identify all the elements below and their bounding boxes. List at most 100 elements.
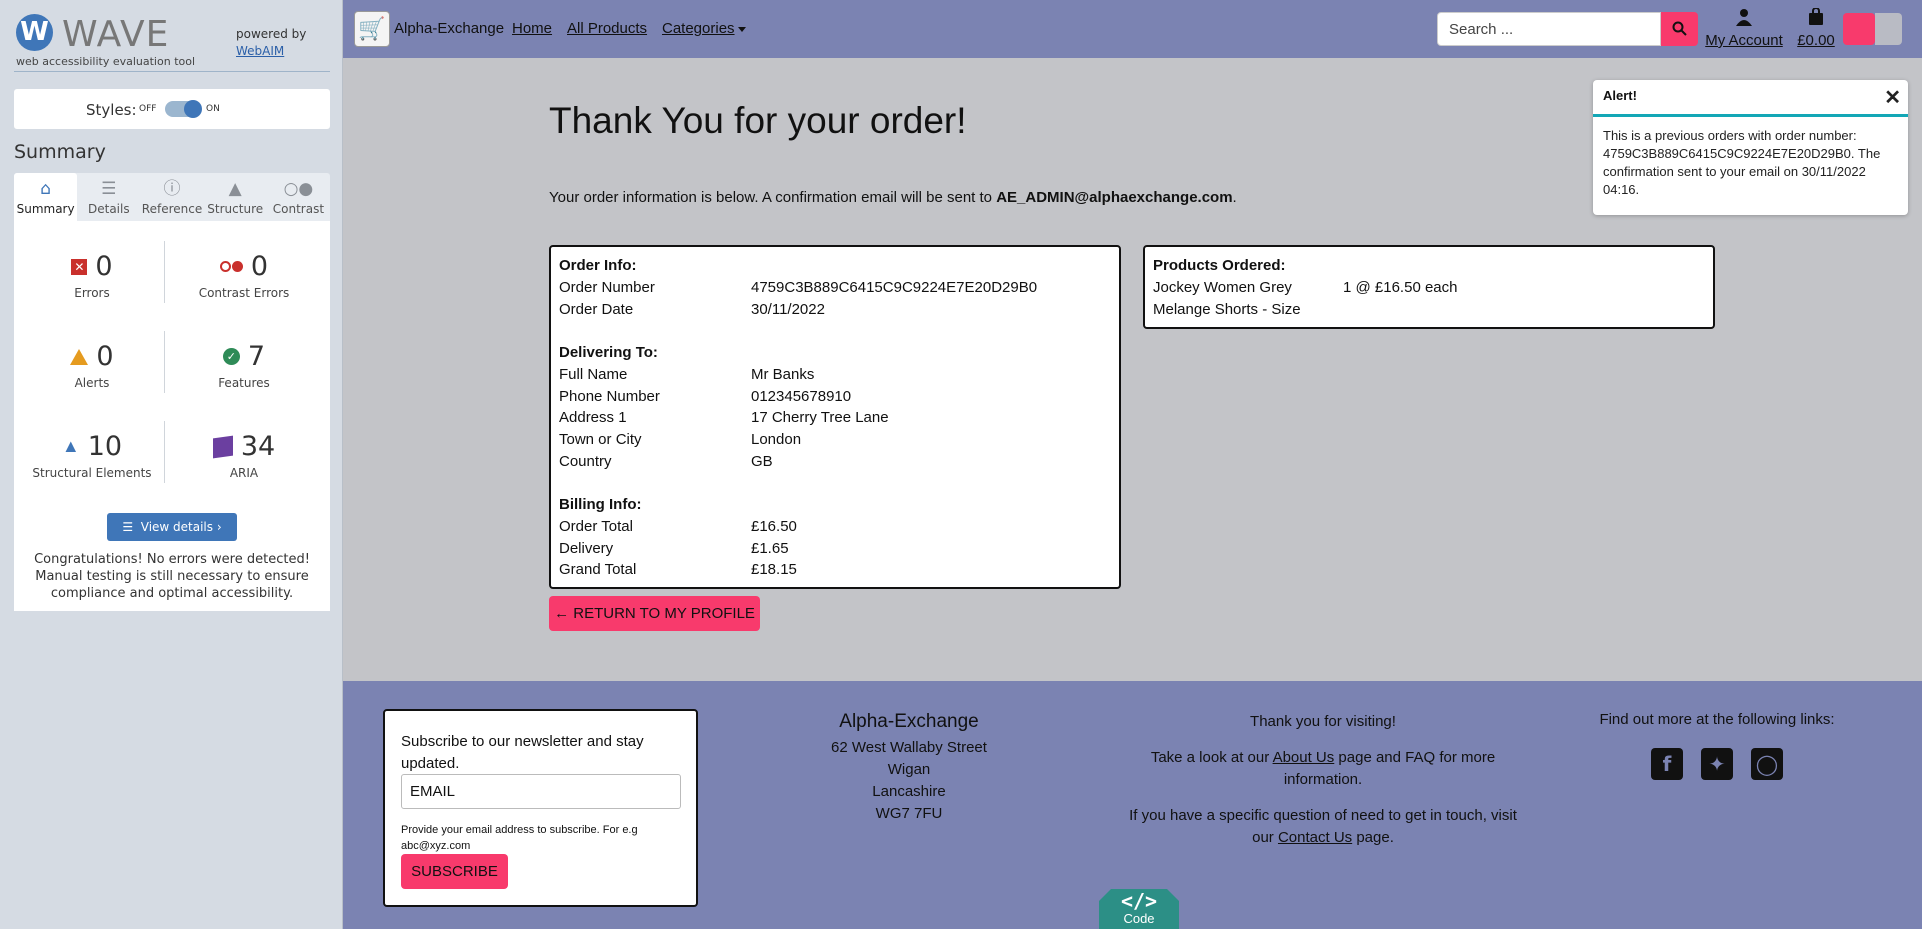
subscribe-button[interactable]: SUBSCRIBE: [401, 854, 508, 889]
wave-tabs: ⌂ Summary ☰ Details ⓘ Reference ▲ Struct…: [14, 173, 330, 221]
social-links: Find out more at the following links: f …: [1567, 711, 1867, 780]
aria-count: 34: [240, 431, 276, 462]
about-pre: Take a look at our: [1150, 749, 1273, 766]
styles-toggle[interactable]: [165, 100, 202, 118]
order-date-value: 30/11/2022: [751, 301, 825, 318]
newsletter-email-input[interactable]: [401, 774, 681, 809]
about-us-link[interactable]: About Us: [1273, 749, 1335, 766]
tab-details[interactable]: ☰ Details: [77, 173, 140, 221]
view-details-button[interactable]: ☰ View details ›: [107, 513, 237, 541]
phone-label: Phone Number: [559, 388, 660, 405]
navbar: 🛒 Alpha-Exchange Home All Products Categ…: [343, 0, 1922, 58]
order-number-label: Order Number: [559, 279, 655, 296]
company-address: Alpha-Exchange 62 West Wallaby Street Wi…: [799, 711, 1019, 825]
code-badge[interactable]: </> Code: [1099, 889, 1179, 929]
tab-structure[interactable]: ▲ Structure: [204, 173, 267, 221]
contact-us-link[interactable]: Contact Us: [1278, 829, 1352, 846]
stat-errors[interactable]: ✕ 0 Errors: [22, 251, 162, 300]
tab-reference[interactable]: ⓘ Reference: [140, 173, 203, 221]
tab-label: Contrast: [272, 202, 325, 216]
chevron-down-icon: [737, 26, 746, 32]
company-name: Alpha-Exchange: [839, 711, 979, 732]
structural-count: 10: [87, 431, 123, 462]
delivery-value: £1.65: [751, 540, 789, 557]
theme-toggle[interactable]: [1843, 13, 1875, 45]
address-line: Lancashire: [872, 783, 946, 800]
search-button[interactable]: [1661, 12, 1698, 46]
address-value: 17 Cherry Tree Lane: [751, 409, 889, 426]
footer: Subscribe to our newsletter and stay upd…: [343, 681, 1922, 929]
contact-post: page.: [1352, 829, 1394, 846]
tab-contrast[interactable]: ○● Contrast: [267, 173, 330, 221]
order-total-label: Order Total: [559, 518, 633, 535]
nav-all-products[interactable]: All Products: [567, 20, 647, 37]
alerts-label: Alerts: [74, 376, 110, 390]
alerts-count: 0: [96, 341, 114, 372]
close-icon[interactable]: ✕: [1884, 85, 1901, 110]
twitter-icon[interactable]: ✦: [1701, 748, 1733, 780]
nav-categories[interactable]: Categories: [662, 20, 746, 37]
products-ordered-box: Products Ordered: Jockey Women Grey Mela…: [1143, 245, 1715, 329]
toggle-on-label: ON: [206, 104, 220, 114]
search-input[interactable]: [1437, 12, 1661, 46]
error-icon: ✕: [71, 258, 88, 275]
feature-icon: ✓: [222, 348, 240, 365]
grand-total-label: Grand Total: [559, 561, 637, 578]
categories-label: Categories: [662, 20, 735, 37]
errors-label: Errors: [74, 286, 110, 300]
list-icon: ☰: [101, 179, 117, 199]
cart-link[interactable]: £0.00: [1794, 7, 1838, 49]
alert-toast: Alert! ✕ This is a previous orders with …: [1593, 80, 1908, 215]
errors-count: 0: [95, 251, 113, 282]
tab-label: Reference: [141, 202, 203, 216]
divider: [164, 331, 165, 393]
contrast-error-icon: [219, 261, 243, 272]
return-to-profile-button[interactable]: ← RETURN TO MY PROFILE: [549, 596, 760, 631]
product-qty-price: 1 @ £16.50 each: [1343, 279, 1458, 296]
delivery-label: Delivery: [559, 540, 614, 557]
alert-icon: [70, 348, 89, 365]
brand-link[interactable]: Alpha-Exchange: [394, 20, 504, 37]
social-icons: f ✦ ◯: [1567, 748, 1867, 780]
order-info-line: Your order information is below. A confi…: [549, 189, 1237, 206]
list-icon: ☰: [122, 520, 141, 534]
stat-aria[interactable]: 34 ARIA: [174, 431, 314, 480]
order-number-value: 4759C3B889C6415C9C9224E7E20D29B0: [751, 279, 1038, 296]
full-name-value: Mr Banks: [751, 366, 815, 383]
my-account-label: My Account: [1705, 32, 1783, 49]
structural-label: Structural Elements: [32, 466, 152, 480]
theme-toggle-track: [1875, 13, 1902, 45]
my-account-link[interactable]: My Account: [1702, 8, 1786, 49]
stat-contrast-errors[interactable]: 0 Contrast Errors: [174, 251, 314, 300]
webaim-link[interactable]: WebAIM: [236, 44, 284, 58]
divider: [164, 241, 165, 303]
contrast-errors-count: 0: [250, 251, 269, 282]
wave-logo-icon: W: [16, 14, 53, 51]
structure-icon: ▲: [61, 436, 80, 456]
facebook-icon[interactable]: f: [1651, 748, 1683, 780]
contact-text: If you have a specific question of need …: [1123, 805, 1523, 849]
thanks-text: Thank you for visiting!: [1250, 713, 1396, 730]
contrast-icon: ○●: [283, 179, 314, 199]
info-icon: ⓘ: [163, 179, 181, 199]
confirmation-email: AE_ADMIN@alphaexchange.com: [996, 189, 1233, 206]
contrast-errors-label: Contrast Errors: [198, 286, 290, 300]
grand-total-value: £18.15: [751, 561, 797, 578]
wave-tagline: web accessibility evaluation tool: [16, 55, 196, 68]
user-icon: [1736, 9, 1752, 26]
stat-structural[interactable]: ▲ 10 Structural Elements: [22, 431, 162, 480]
styles-label: Styles:: [86, 101, 137, 119]
code-icon: </>: [1120, 889, 1158, 913]
tab-summary[interactable]: ⌂ Summary: [14, 173, 78, 221]
order-total-value: £16.50: [751, 518, 797, 535]
congrats-message: Congratulations! No errors were detected…: [34, 552, 310, 601]
cart-logo-icon[interactable]: 🛒: [354, 11, 390, 47]
alert-title: Alert!: [1603, 88, 1637, 103]
delivering-heading: Delivering To:: [559, 344, 658, 361]
newsletter-hint: Provide your email address to subscribe.…: [401, 824, 638, 852]
stat-alerts[interactable]: 0 Alerts: [22, 341, 162, 390]
instagram-icon[interactable]: ◯: [1751, 748, 1783, 780]
address-line: 62 West Wallaby Street: [831, 739, 987, 756]
nav-home[interactable]: Home: [512, 20, 552, 37]
stat-features[interactable]: ✓ 7 Features: [174, 341, 314, 390]
